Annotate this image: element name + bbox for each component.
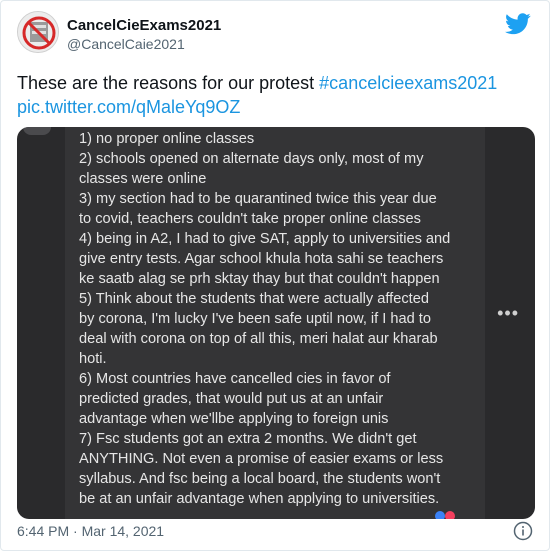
message-line: syllabus. And fsc being a local board, t…	[79, 471, 441, 487]
message-line: by corona, I'm lucky I've been safe upti…	[79, 311, 431, 327]
timestamp[interactable]: 6:44 PM · Mar 14, 2021	[17, 523, 164, 539]
info-icon[interactable]	[513, 521, 533, 541]
handle[interactable]: @CancelCaie2021	[67, 35, 221, 53]
message-line: be at an unfair advantage when applying …	[79, 491, 440, 507]
message-line: 1) no proper online classes	[79, 131, 255, 147]
message-line: to covid, teachers couldn't take proper …	[79, 211, 421, 227]
twitter-bird-icon[interactable]	[505, 13, 531, 40]
profile-corner	[23, 127, 51, 135]
hashtag-link[interactable]: #cancelcieexams2021	[319, 73, 497, 93]
cancel-exams-logo	[18, 12, 58, 52]
message-line: ANYTHING. Not even a promise of easier e…	[79, 451, 444, 467]
display-name[interactable]: CancelCieExams2021	[67, 17, 221, 35]
message-line: give entry tests. Agar school khula hota…	[79, 251, 444, 267]
pic-link[interactable]: pic.twitter.com/qMaleYq9OZ	[17, 97, 240, 117]
avatar[interactable]	[17, 11, 59, 53]
message-line: 2) schools opened on alternate days only…	[79, 151, 424, 167]
message-line: ke saatb alag se prh sktay thay but that…	[79, 271, 440, 287]
message-line: predicted grades, that would put us at a…	[79, 391, 384, 407]
message-line: deal with corona on top of all this, mer…	[79, 331, 438, 347]
tweet-media-image[interactable]: 1) no proper online classes 2) schools o…	[17, 127, 535, 519]
more-options-icon[interactable]: •••	[497, 303, 519, 324]
like-reaction-icon	[435, 511, 445, 519]
tweet-text: These are the reasons for our protest #c…	[17, 71, 537, 119]
message-line: 3) my section had to be quarantined twic…	[79, 191, 437, 207]
message-line: 5) Think about the students that were ac…	[79, 291, 429, 307]
message-line: advantage when we'llbe applying to forei…	[79, 411, 389, 427]
tweet-body: These are the reasons for our protest	[17, 73, 320, 93]
author-info[interactable]: CancelCieExams2021 @CancelCaie2021	[67, 17, 221, 53]
message-line: 6) Most countries have cancelled cies in…	[79, 371, 391, 387]
message-line: 7) Fsc students got an extra 2 months. W…	[79, 431, 417, 447]
tweet-card: CancelCieExams2021 @CancelCaie2021 These…	[0, 0, 550, 551]
message-text: 1) no proper online classes 2) schools o…	[79, 129, 519, 509]
message-line: 4) being in A2, I had to give SAT, apply…	[79, 231, 451, 247]
love-reaction-icon	[445, 511, 455, 519]
message-line: classes were online	[79, 171, 207, 187]
reaction-icons	[435, 511, 461, 519]
message-line: hoti.	[79, 351, 107, 367]
